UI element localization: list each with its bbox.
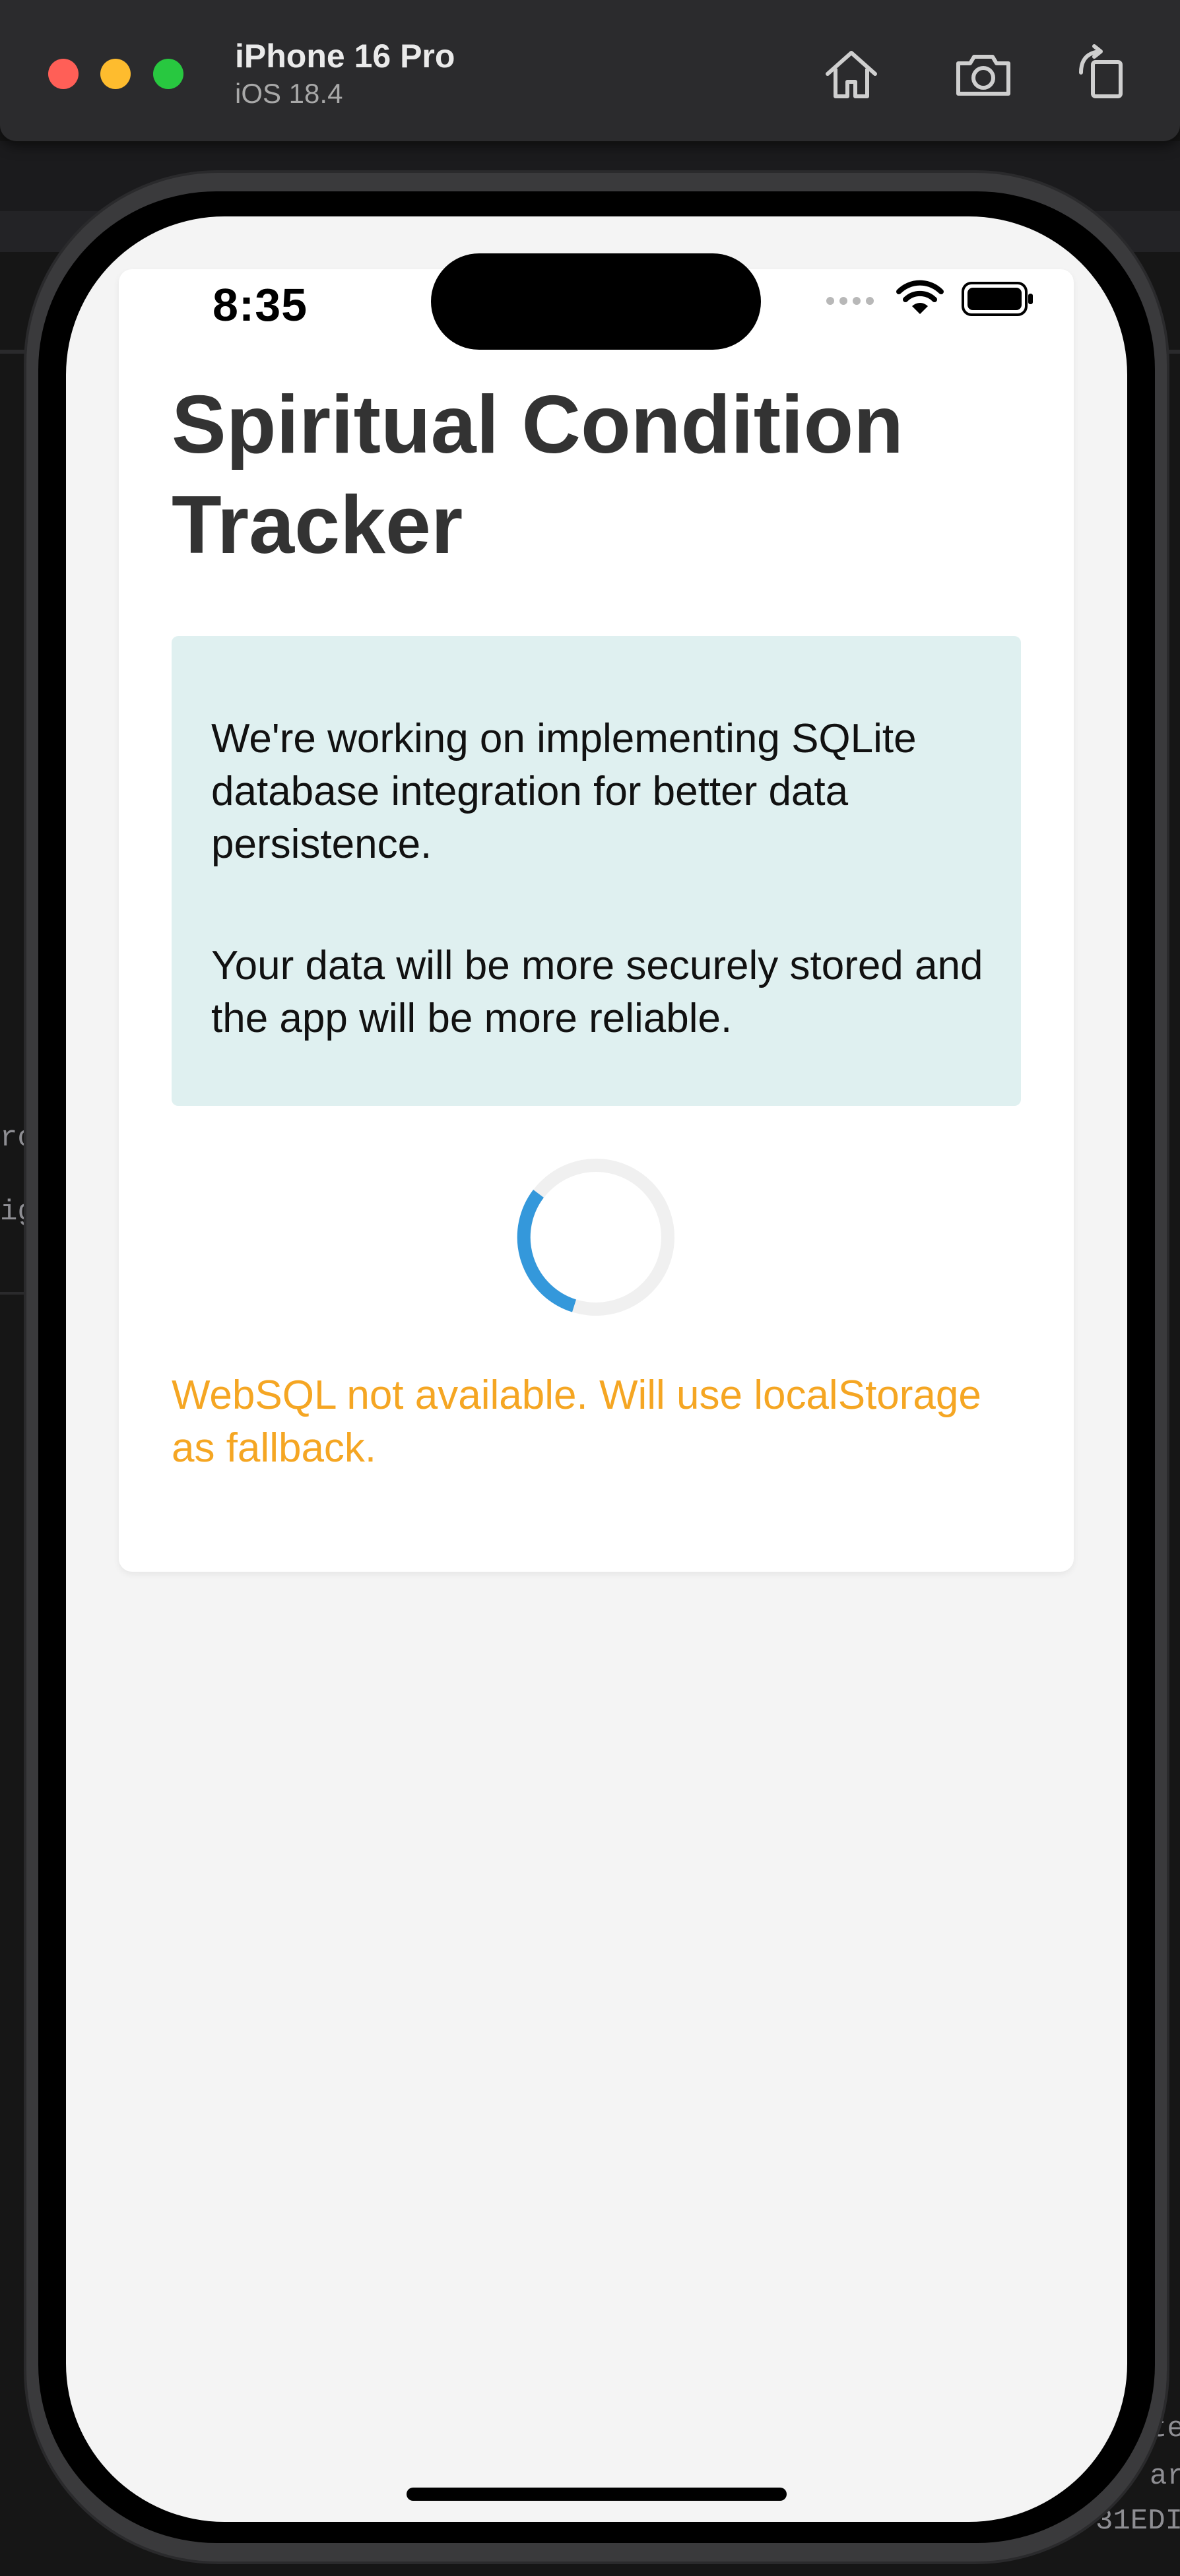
camera-icon[interactable] (950, 41, 1016, 107)
rotate-icon[interactable] (1069, 41, 1135, 107)
simulator-title-bar: iPhone 16 Pro iOS 18.4 (0, 0, 1180, 143)
home-indicator[interactable] (407, 2488, 787, 2501)
ide-divider (0, 350, 26, 354)
home-icon[interactable] (818, 41, 884, 107)
loading-spinner (517, 1158, 675, 1316)
ide-code-fragment: 31EDI (1096, 2505, 1180, 2538)
device-name: iPhone 16 Pro (235, 38, 455, 75)
phone-screen: 8:35 Spiritual Condition Tracker We're w… (66, 216, 1127, 2522)
info-paragraph: Your data will be more securely stored a… (211, 943, 983, 1041)
ide-code-fragment: ar (1150, 2460, 1180, 2493)
close-window-button[interactable] (48, 59, 79, 89)
storage-warning-message: WebSQL not available. Will use localStor… (172, 1372, 981, 1471)
info-paragraph: We're working on implementing SQLite dat… (211, 716, 917, 867)
battery-icon (961, 281, 1035, 320)
zoom-window-button[interactable] (153, 59, 183, 89)
info-message-box: We're working on implementing SQLite dat… (172, 636, 1021, 1106)
device-os-version: iOS 18.4 (235, 78, 343, 109)
simulator-window: ro ig te ar 31EDI iPhone 16 Pro iOS 18.4 (0, 0, 1180, 2576)
cellular-signal-icon (825, 282, 878, 312)
wifi-icon (896, 280, 944, 320)
app-title: Spiritual Condition Tracker (172, 379, 903, 571)
dynamic-island (431, 253, 761, 350)
status-time: 8:35 (213, 279, 308, 331)
ide-divider (0, 1292, 26, 1295)
minimize-window-button[interactable] (100, 59, 131, 89)
